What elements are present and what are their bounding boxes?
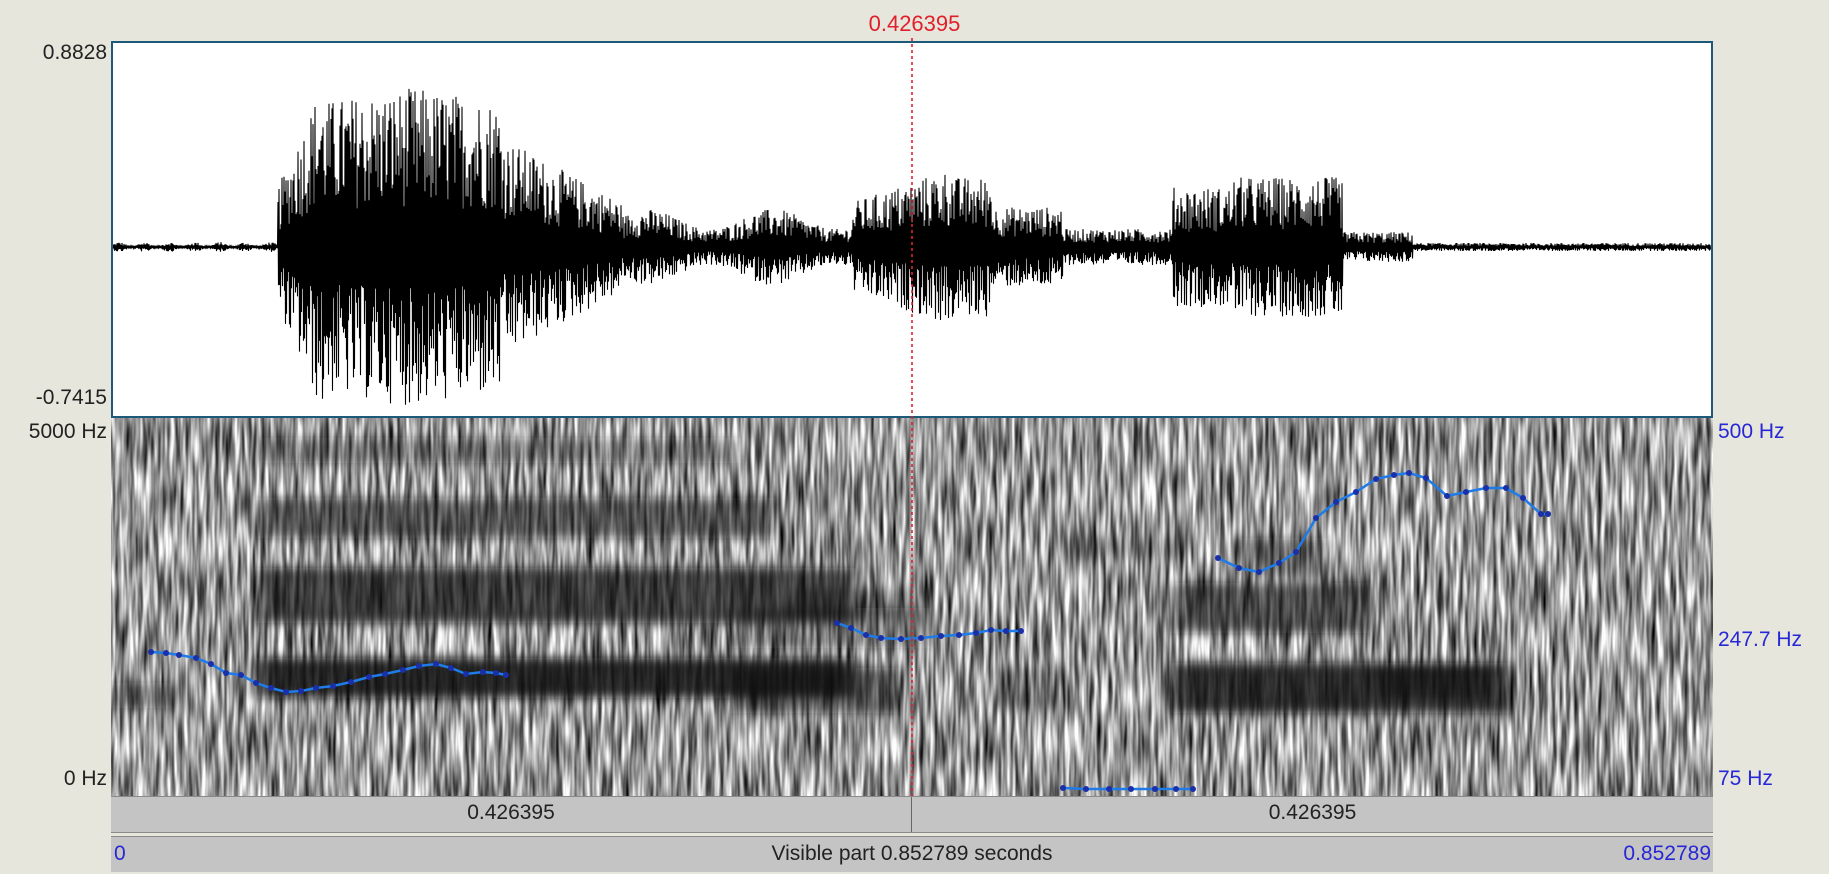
pitch-point — [1520, 495, 1526, 501]
spectrogram-min-freq-label: 0 Hz — [63, 767, 107, 790]
pitch-point — [208, 661, 214, 667]
pitch-point — [366, 674, 372, 680]
pitch-point — [330, 683, 336, 689]
pitch-point — [298, 688, 304, 694]
pitch-point — [268, 685, 274, 691]
pitch-point — [973, 630, 979, 636]
pitch-point — [253, 680, 259, 686]
energy-band — [991, 668, 1061, 708]
pitch-point — [283, 689, 289, 695]
pitch-point — [480, 669, 486, 675]
pitch-point — [863, 632, 869, 638]
energy-band — [731, 668, 901, 713]
pitch-point — [834, 620, 840, 626]
pitch-point — [1423, 475, 1429, 481]
pitch-point — [878, 635, 884, 641]
pitch-point — [1293, 549, 1299, 555]
pitch-point — [163, 650, 169, 656]
pitch-point — [1018, 628, 1024, 634]
spectrogram-pane[interactable] — [111, 418, 1713, 796]
energy-band — [111, 683, 171, 708]
waveform-trace — [113, 88, 1711, 405]
pitch-point — [1215, 555, 1221, 561]
pitch-min-label: 75 Hz — [1718, 767, 1773, 790]
pitch-point — [1463, 489, 1469, 495]
pitch-point — [313, 685, 319, 691]
pitch-point — [382, 671, 388, 677]
waveform-plot — [113, 88, 1711, 405]
pitch-point — [1060, 785, 1066, 791]
cursor-time-label: 0.426395 — [868, 11, 961, 36]
time-selection-bar[interactable]: 0.426395 0.426395 — [111, 796, 1713, 833]
pitch-point — [503, 672, 509, 678]
visible-part-bar[interactable]: 0 Visible part 0.852789 seconds 0.852789 — [111, 836, 1713, 872]
pitch-point — [1106, 786, 1112, 792]
pitch-point — [1503, 485, 1509, 491]
spectrogram-max-freq-label: 5000 Hz — [28, 420, 107, 443]
waveform-min-label: -0.7415 — [35, 386, 107, 409]
pitch-point — [1333, 499, 1339, 505]
pitch-point — [400, 667, 406, 673]
pitch-point — [1190, 786, 1196, 792]
pitch-point — [493, 670, 499, 676]
pitch-point — [193, 655, 199, 661]
visible-end-label: 0.852789 — [1623, 842, 1711, 865]
left-segment-duration[interactable]: 0.426395 — [111, 801, 911, 825]
pitch-point — [1373, 476, 1379, 482]
pitch-point — [1313, 515, 1319, 521]
pitch-point — [1276, 560, 1282, 566]
pitch-point — [1173, 786, 1179, 792]
pitch-point — [848, 625, 854, 631]
pitch-point — [223, 670, 229, 676]
pitch-point — [918, 635, 924, 641]
visible-part-label[interactable]: Visible part 0.852789 seconds — [111, 842, 1713, 866]
pitch-point — [238, 672, 244, 678]
energy-band — [1171, 583, 1371, 633]
pitch-point — [1483, 485, 1489, 491]
pitch-point — [1538, 511, 1544, 517]
pitch-point — [956, 632, 962, 638]
pitch-point — [463, 671, 469, 677]
pitch-point — [1128, 786, 1134, 792]
spectrogram-plot — [111, 418, 1713, 796]
pitch-point — [1083, 786, 1089, 792]
pitch-mid-label: 247.7 Hz — [1718, 628, 1803, 651]
pitch-max-label: 500 Hz — [1718, 420, 1785, 443]
waveform-pane[interactable] — [111, 41, 1713, 418]
pitch-point — [148, 649, 154, 655]
pitch-point — [1236, 565, 1242, 571]
energy-band — [1371, 663, 1491, 698]
pitch-point — [433, 661, 439, 667]
energy-band — [261, 438, 741, 463]
pitch-point — [1152, 786, 1158, 792]
pitch-point — [988, 627, 994, 633]
pitch-point — [1391, 472, 1397, 478]
energy-band — [256, 498, 776, 538]
pitch-point — [1545, 511, 1551, 517]
pitch-point — [348, 679, 354, 685]
pitch-point — [1353, 489, 1359, 495]
right-segment-duration[interactable]: 0.426395 — [912, 801, 1713, 825]
pitch-point — [938, 633, 944, 639]
pitch-point — [1256, 569, 1262, 575]
pitch-point — [448, 665, 454, 671]
pitch-point — [416, 663, 422, 669]
pitch-point — [1444, 493, 1450, 499]
energy-band — [1071, 538, 1191, 558]
pitch-point — [1003, 628, 1009, 634]
pitch-point — [1406, 470, 1412, 476]
waveform-max-label: 0.8828 — [42, 41, 107, 64]
pitch-point — [898, 636, 904, 642]
energy-band — [791, 588, 911, 618]
pitch-point — [176, 652, 182, 658]
